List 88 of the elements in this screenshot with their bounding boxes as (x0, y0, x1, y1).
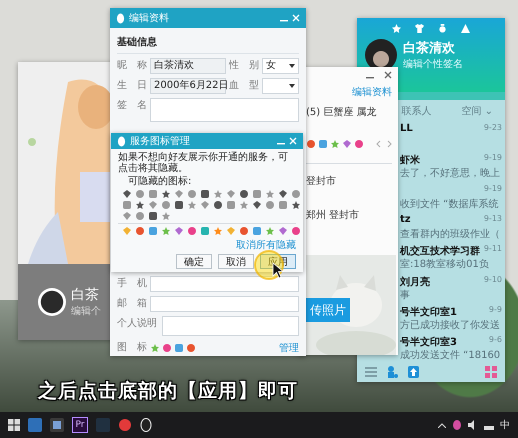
upload-icon[interactable] (408, 366, 419, 378)
chat-name: 号半文印室1 (400, 305, 458, 318)
shirt-icon[interactable] (415, 24, 424, 33)
section-title: 基础信息 (117, 32, 299, 54)
field-label: 签 名 (117, 99, 147, 113)
triangle-icon[interactable] (461, 24, 470, 33)
profile-name: 白茶 (71, 286, 100, 304)
service-icon[interactable] (330, 139, 340, 149)
chat-name: 号半文印室3 (400, 335, 458, 348)
chat-preview: 查看群内的班级作业（ (400, 228, 501, 239)
location-text: 登封市 (306, 174, 337, 188)
user-name: 白茶清欢 (403, 40, 456, 57)
premiere-icon[interactable]: Pr (72, 417, 88, 433)
dialog-message: 如果不想向好友展示你开通的服务，可点击将其隐藏。 (118, 152, 289, 174)
input-field[interactable]: 白茶清欢 (150, 58, 226, 74)
field-label: 手 机 (117, 276, 147, 291)
signature-text: 编辑个性签名 (403, 58, 463, 71)
field-label: 图 标 (117, 340, 147, 355)
input-method-indicator[interactable]: 中 (500, 418, 510, 432)
contact-icon[interactable] (387, 366, 398, 378)
input-field[interactable] (150, 296, 299, 312)
chat-item[interactable]: LL 9-23 (400, 120, 505, 150)
tray-icon[interactable] (452, 420, 462, 430)
signature-text: 编辑个 (71, 304, 101, 318)
chat-time: 9-6 (488, 335, 502, 346)
medal-icon[interactable] (438, 24, 447, 33)
chat-item[interactable]: 机交互技术学习群 9-11 室:18教室移动01负 (400, 241, 505, 272)
edit-profile-link[interactable]: 编辑资料 (352, 85, 392, 99)
arrows-icon[interactable] (376, 140, 392, 148)
caret-icon (289, 84, 295, 88)
dialog-button[interactable]: 确定 (176, 254, 212, 269)
chat-name: 机交互技术学习群 (400, 244, 481, 258)
menu-icon[interactable] (365, 367, 377, 378)
app-icon[interactable] (50, 418, 64, 432)
subtitle-caption: 之后点击底部的【应用】即可 (38, 379, 298, 404)
service-icon[interactable] (213, 226, 223, 236)
hidden-icons-label: 可隐藏的图标: (127, 176, 192, 187)
chat-preview: 去了，不好意思，晚上 (400, 166, 501, 178)
chat-item[interactable]: 虾米 9-19 去了，不好意思，晚上 (400, 150, 505, 181)
chat-name: tz (400, 214, 412, 227)
chat-preview: 室:18教室移动01负 (400, 258, 490, 270)
chat-time: 9-9 (488, 304, 502, 316)
dropdown[interactable]: 女 (262, 58, 299, 74)
chat-time: 9-13 (484, 214, 502, 225)
field-label: 生 日 (117, 78, 147, 93)
chat-name: 刘月亮 (400, 275, 431, 288)
window-title: 编辑资料 (129, 12, 170, 25)
field-label: 性 别 (229, 58, 259, 73)
chat-time: 9-19 (484, 184, 502, 195)
field-label: 个人说明 (117, 317, 158, 331)
star-icon[interactable] (392, 24, 401, 33)
chat-item[interactable]: tz 9-13 查看群内的班级作业（ (400, 210, 505, 242)
chat-preview: 方已成功接收了你发送 (400, 318, 501, 330)
service-icon[interactable] (161, 226, 171, 236)
service-icon[interactable] (265, 226, 275, 236)
chat-preview: 事 (400, 288, 411, 300)
chevron-icon[interactable] (438, 422, 446, 428)
input-field[interactable] (150, 276, 299, 292)
text-area[interactable] (162, 316, 299, 336)
chat-preview: 成功发送文件 “18160 (400, 348, 502, 360)
input-field[interactable]: 2000年6月22日 (150, 78, 226, 94)
chat-item[interactable]: 号半文印室3 9-6 成功发送文件 “18160 (400, 332, 505, 362)
chat-item[interactable]: 刘月亮 9-10 事 (400, 272, 505, 302)
field-label: 邮 箱 (117, 296, 147, 311)
field-label: 血 型 (229, 78, 259, 93)
location-text: 郑州 登封市 (306, 208, 360, 222)
dropdown[interactable] (262, 78, 299, 94)
chat-name: LL (400, 123, 414, 136)
chat-item[interactable]: 9-19 收到文件 “数据库系统 (400, 180, 505, 211)
chat-time: 9-10 (484, 274, 502, 286)
chat-time: 9-23 (484, 123, 502, 134)
dialog-title: 服务图标管理 (130, 134, 191, 148)
caret-icon (289, 64, 295, 68)
windows-icon[interactable] (8, 419, 20, 431)
chat-preview: 收到文件 “数据库系统 (400, 198, 500, 209)
chat-time: 9-11 (484, 244, 502, 256)
chat-item[interactable]: 号半文印室1 9-9 方已成功接收了你发送 (400, 302, 505, 332)
record-icon[interactable] (118, 418, 132, 432)
profile-info: (5) 巨蟹座 属龙 (306, 106, 378, 119)
field-label: 昵 称 (117, 59, 147, 73)
apps-icon[interactable] (485, 366, 497, 378)
close-icon[interactable] (384, 71, 392, 79)
avatar (38, 288, 66, 316)
chat-name: 虾米 (400, 154, 421, 166)
dialog-button[interactable]: 取消 (218, 254, 254, 269)
text-area[interactable] (150, 98, 299, 122)
service-icon[interactable] (150, 343, 160, 353)
chat-time: 9-19 (484, 153, 502, 164)
